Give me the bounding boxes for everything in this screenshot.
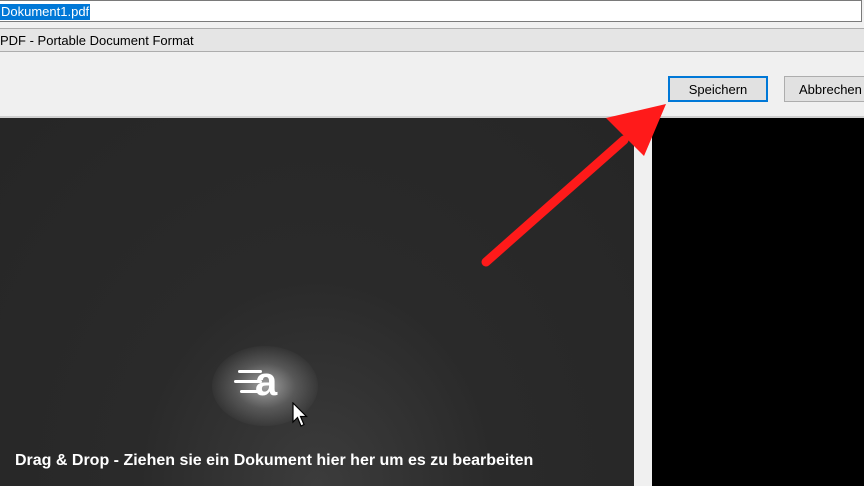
filename-input[interactable]: Dokument1.pdf xyxy=(0,0,862,22)
preview-panel xyxy=(652,118,864,486)
filetype-selected-value: PDF - Portable Document Format xyxy=(0,33,194,48)
mouse-cursor-icon xyxy=(292,402,308,427)
drop-zone[interactable] xyxy=(0,118,634,486)
cancel-button[interactable]: Abbrechen xyxy=(784,76,864,102)
save-button[interactable]: Speichern xyxy=(668,76,768,102)
logo-letter: a xyxy=(255,360,278,404)
filename-selected-text[interactable]: Dokument1.pdf xyxy=(0,4,91,20)
panel-separator xyxy=(634,118,652,486)
filetype-select[interactable]: PDF - Portable Document Format xyxy=(0,28,864,52)
drop-zone-caption: Drag & Drop - Ziehen sie ein Dokument hi… xyxy=(15,452,534,469)
